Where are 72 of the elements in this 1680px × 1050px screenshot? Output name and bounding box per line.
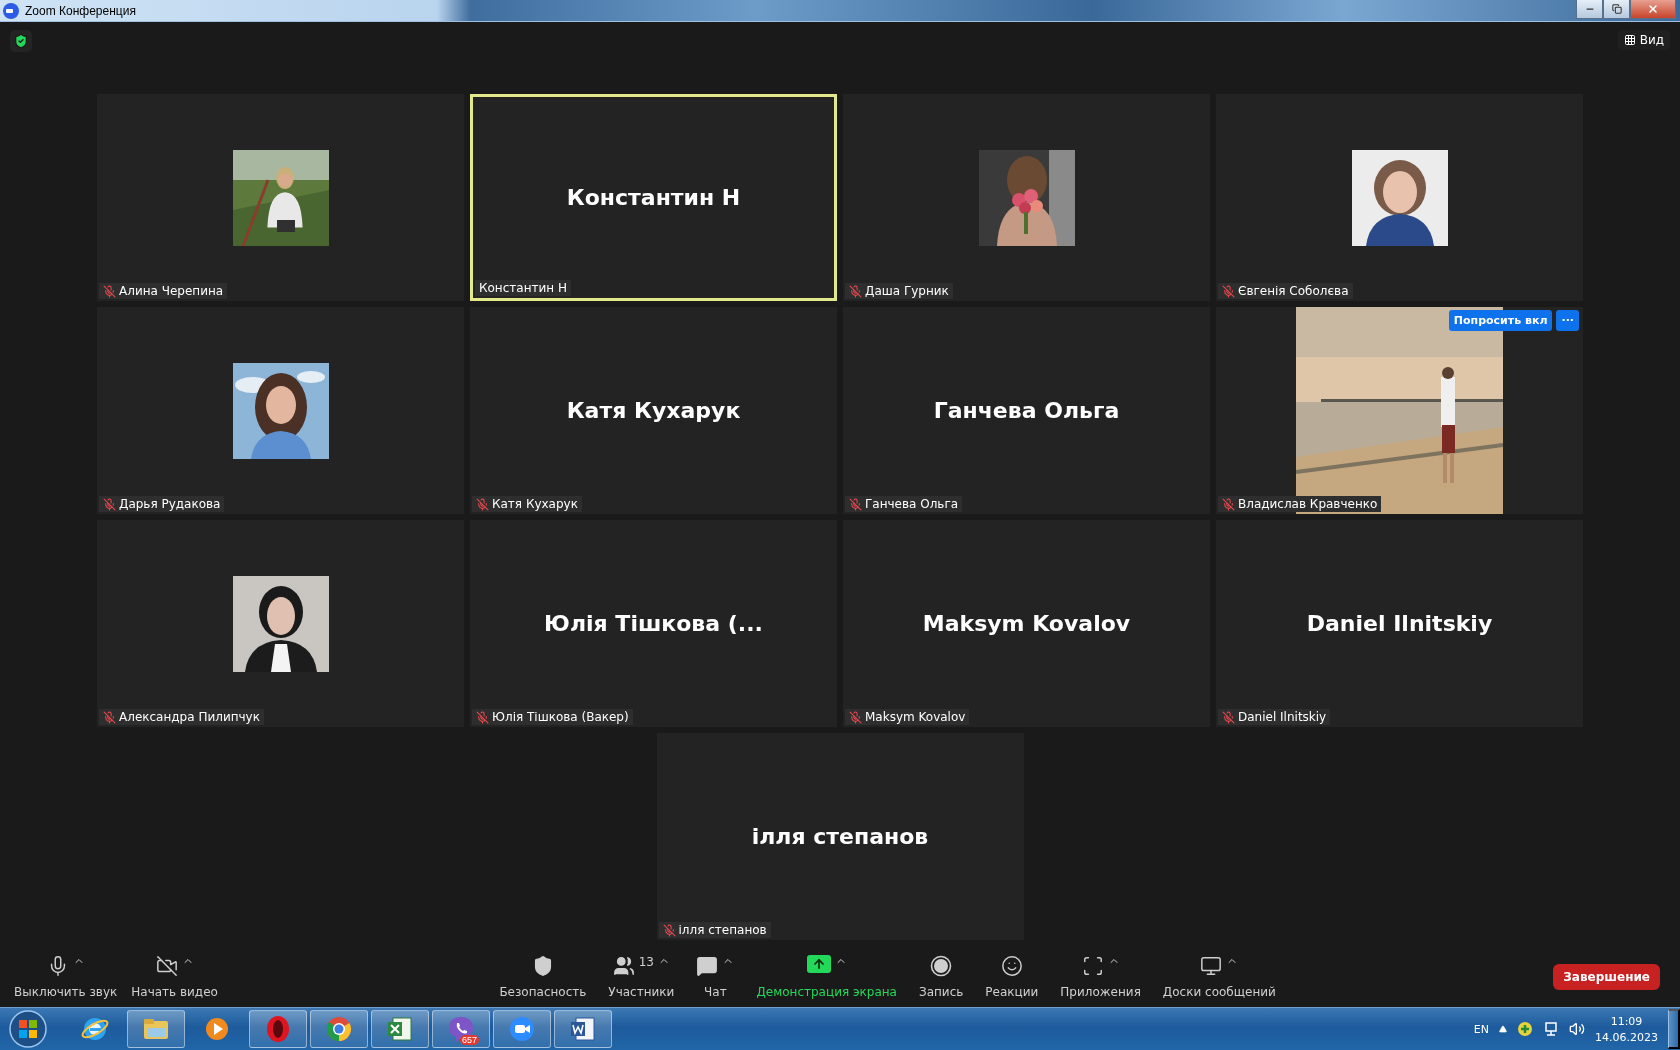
- participant-name: Maksym Kovalov: [922, 611, 1131, 636]
- toolbar-button[interactable]: Чат: [692, 953, 739, 1001]
- show-hidden-icons-icon[interactable]: [1499, 1025, 1507, 1033]
- spreadsheet-icon: [385, 1014, 415, 1044]
- participant-name: Юлія Тішкова (...: [544, 611, 763, 636]
- browser-icon: [324, 1014, 354, 1044]
- clock[interactable]: 11:09 14.06.2023: [1595, 1014, 1658, 1044]
- chat-icon: [696, 955, 719, 977]
- restore-icon: [1611, 4, 1622, 14]
- taskbar-app-button[interactable]: 657: [432, 1010, 490, 1048]
- maximize-button[interactable]: [1603, 0, 1630, 19]
- participant-label: Ганчева Ольга: [865, 497, 959, 511]
- toolbar-button[interactable]: 13 Участники: [604, 953, 679, 1001]
- participant-label: Владислав Кравченко: [1238, 497, 1378, 511]
- document-icon: [568, 1014, 598, 1044]
- notification-badge: 657: [459, 1035, 479, 1045]
- plus-circle-icon[interactable]: [1517, 1021, 1533, 1037]
- toolbar-button[interactable]: Начать видео: [127, 953, 222, 1001]
- participant-label: Катя Кухарук: [492, 497, 578, 511]
- participant-name: Daniel Ilnitskiy: [1306, 611, 1493, 636]
- whiteboard-icon: [1200, 955, 1223, 977]
- participant-count: 13: [638, 955, 654, 969]
- toolbar-button[interactable]: Демонстрация экрана: [752, 953, 901, 1001]
- volume-icon[interactable]: [1569, 1021, 1585, 1037]
- participant-label: Юлія Тішкова (Вакер): [492, 710, 629, 724]
- phone-bubble-icon: [446, 1014, 476, 1044]
- participant-label: Daniel Ilnitskiy: [1238, 710, 1327, 724]
- app-logo-icon: [3, 2, 19, 19]
- view-button[interactable]: Вид: [1617, 30, 1670, 50]
- encryption-shield-icon[interactable]: [10, 30, 32, 52]
- window-title: Zoom Конференция: [25, 3, 136, 18]
- video-app-icon: [507, 1014, 537, 1044]
- taskbar-app-button[interactable]: [249, 1010, 307, 1048]
- participant-label: ілля степанов: [678, 923, 767, 937]
- apps-icon: [1081, 955, 1104, 977]
- participant-label: Александра Пилипчук: [119, 710, 260, 724]
- end-meeting-button[interactable]: Завершение: [1553, 964, 1660, 990]
- participant-name: Ганчева Ольга: [933, 398, 1120, 423]
- grid-icon: [1623, 34, 1636, 46]
- language-indicator[interactable]: EN: [1473, 1022, 1489, 1036]
- close-icon: [1647, 3, 1659, 15]
- start-button[interactable]: [8, 1009, 48, 1049]
- taskbar-app-button[interactable]: [310, 1010, 368, 1048]
- minimize-button[interactable]: [1576, 0, 1603, 19]
- toolbar-button[interactable]: Выключить звук: [10, 953, 122, 1001]
- close-button[interactable]: [1630, 0, 1676, 19]
- toolbar-button[interactable]: Безопасность: [495, 953, 591, 1001]
- participant-name: ілля степанов: [751, 824, 929, 849]
- people-icon: [612, 955, 635, 977]
- share-screen-icon: [806, 955, 831, 973]
- show-desktop-button[interactable]: [1668, 1009, 1680, 1049]
- more-button[interactable]: ···: [1556, 310, 1579, 331]
- participant-name: Константин Н: [566, 185, 741, 210]
- participant-label: Maksym Kovalov: [865, 710, 966, 724]
- participant-name: Катя Кухарук: [566, 398, 741, 423]
- taskbar-app-button[interactable]: [371, 1010, 429, 1048]
- participant-label: Євгенія Соболєва: [1238, 284, 1349, 298]
- toolbar-button[interactable]: Запись: [914, 953, 968, 1001]
- participant-label: Алина Черепина: [119, 284, 224, 298]
- toolbar-button[interactable]: Реакции: [981, 953, 1043, 1001]
- toolbar-button[interactable]: Доски сообщений: [1158, 953, 1280, 1001]
- ask-to-unmute-button[interactable]: Попросить вкл: [1448, 310, 1553, 331]
- taskbar-app-button[interactable]: [493, 1010, 551, 1048]
- participant-label: Константин Н: [479, 281, 567, 295]
- participant-label: Даша Гурник: [865, 284, 949, 298]
- video-off-icon: [155, 955, 178, 977]
- participant-label: Дарья Рудакова: [119, 497, 221, 511]
- toolbar-button[interactable]: Приложения: [1056, 953, 1145, 1001]
- smiley-icon: [1000, 955, 1023, 977]
- network-icon[interactable]: [1543, 1021, 1559, 1037]
- record-icon: [930, 955, 953, 977]
- taskbar-app-button[interactable]: [554, 1010, 612, 1048]
